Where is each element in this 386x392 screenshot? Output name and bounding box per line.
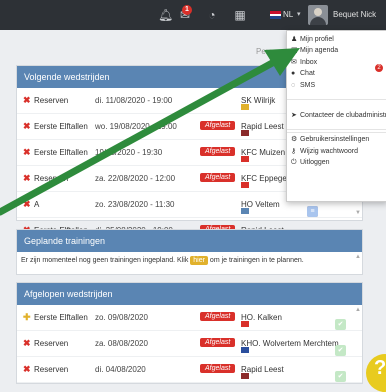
calendar-icon: ▦ bbox=[291, 47, 298, 54]
cross-icon: ✖ bbox=[23, 338, 31, 348]
team-logo-icon bbox=[241, 130, 249, 136]
logout-icon: ⏻ bbox=[291, 159, 297, 166]
team-logo-icon bbox=[241, 104, 249, 110]
menu-item-calendar[interactable]: ▦ Mijn agenda bbox=[291, 46, 338, 54]
list-icon[interactable]: ≡ bbox=[307, 206, 318, 217]
bell-icon[interactable]: 🔔︎ bbox=[158, 8, 173, 22]
team-logo-icon bbox=[241, 182, 249, 188]
match-date: za. 08/08/2020 bbox=[95, 339, 148, 348]
opponent: SK Wilrijk bbox=[241, 96, 275, 110]
menu-item-gear[interactable]: ⚙ Gebruikersinstellingen bbox=[291, 135, 369, 143]
sms-icon: ◌ bbox=[291, 82, 296, 89]
envelope-icon: ✉ bbox=[291, 59, 297, 66]
opponent: HO Veltem bbox=[241, 200, 280, 214]
inbox-count-badge: 2 bbox=[375, 64, 383, 72]
team-category: Reserven bbox=[34, 96, 69, 105]
team-category: Reserven bbox=[34, 365, 69, 374]
cross-icon: ✖ bbox=[23, 147, 31, 157]
match-date: zo. 23/08/2020 - 11:30 bbox=[95, 200, 175, 209]
cross-icon: ✖ bbox=[23, 199, 31, 209]
flag-nl-icon[interactable] bbox=[270, 11, 281, 19]
check-icon[interactable]: ✔ bbox=[335, 319, 346, 330]
opponent: Rapid Leest bbox=[241, 122, 284, 136]
past-matches-panel: Afgelopen wedstrijden ✚ Eerste Elftallen z… bbox=[16, 282, 363, 384]
status-badge: Afgelast bbox=[200, 312, 236, 321]
user-dropdown-menu: ♟ Mijn profiel ▦ Mijn agenda ✉ Inbox ● Chat ◌ SMS… bbox=[286, 30, 386, 202]
cross-icon: ✖ bbox=[23, 364, 31, 374]
trainings-panel: Geplande trainingen Er zijn momenteel no… bbox=[16, 229, 363, 275]
send-icon: ➤ bbox=[291, 112, 297, 119]
team-logo-icon bbox=[241, 321, 249, 327]
menu-item-key[interactable]: ⚷ Wijzig wachtwoord bbox=[291, 147, 358, 155]
match-date: zo. 09/08/2020 bbox=[95, 313, 148, 322]
team-category: Eerste Elftallen bbox=[34, 148, 88, 157]
opponent: Rapid Leest bbox=[241, 365, 284, 379]
team-category: Eerste Elftallen bbox=[34, 122, 88, 131]
team-category: Reserven bbox=[34, 174, 69, 183]
table-row: ✚ Eerste Elftallen zo. 09/08/2020 Afgelast H… bbox=[17, 305, 362, 331]
opponent: HO. Kalken bbox=[241, 313, 282, 327]
trainings-message: Er zijn momenteel nog geen trainingen in… bbox=[21, 256, 304, 265]
panel-title: Afgelopen wedstrijden bbox=[17, 283, 362, 305]
menu-item-envelope[interactable]: ✉ Inbox bbox=[291, 58, 317, 66]
check-icon[interactable]: ✔ bbox=[335, 345, 346, 356]
team-logo-icon bbox=[241, 347, 249, 353]
person-icon: ♟ bbox=[291, 36, 298, 43]
menu-item-sms[interactable]: ◌ SMS bbox=[291, 82, 315, 89]
chevron-down-icon[interactable]: ▾ bbox=[297, 10, 301, 18]
scroll-up-icon[interactable]: ▲ bbox=[355, 254, 361, 260]
team-logo-icon bbox=[241, 208, 249, 214]
table-row: ✖ Reserven za. 08/08/2020 Afgelast KHO. Wolv… bbox=[17, 331, 362, 357]
opponent: KHO. Wolvertem Merchtem bbox=[241, 339, 339, 353]
status-badge: Afgelast bbox=[200, 364, 236, 373]
notification-badge: 1 bbox=[182, 5, 192, 15]
team-logo-icon bbox=[241, 156, 249, 162]
help-button[interactable]: ? bbox=[366, 354, 386, 392]
status-badge: Afgelast bbox=[200, 173, 236, 182]
menu-item-send[interactable]: ➤Contacteer de clubadministrator bbox=[291, 111, 386, 119]
success-icon: ✚ bbox=[23, 312, 31, 322]
status-badge: Afgelast bbox=[200, 121, 236, 130]
team-category: A bbox=[34, 200, 40, 209]
ghost-label: Pers bbox=[256, 47, 273, 56]
match-date: 19/08/2020 - 19:30 bbox=[95, 148, 163, 157]
match-date: za. 22/08/2020 - 12:00 bbox=[95, 174, 176, 183]
table-row: ✖ Reserven di. 04/08/2020 Afgelast Rapid Lee… bbox=[17, 357, 362, 383]
cross-icon: ✖ bbox=[23, 121, 31, 131]
team-category: Reserven bbox=[34, 339, 69, 348]
menu-item-logout[interactable]: ⏻ Uitloggen bbox=[291, 159, 330, 167]
match-date: wo. 19/08/2020 - 19:00 bbox=[95, 122, 177, 131]
avatar[interactable] bbox=[308, 5, 328, 25]
language-selector[interactable]: NL bbox=[283, 10, 293, 19]
chat-icon: ● bbox=[291, 70, 296, 77]
match-date: di. 11/08/2020 - 19:00 bbox=[95, 96, 173, 105]
plan-trainings-link[interactable]: hier bbox=[190, 256, 208, 265]
opponent: KFC Muizen bbox=[241, 148, 285, 162]
scroll-down-icon[interactable]: ▼ bbox=[355, 210, 361, 216]
check-icon[interactable]: ✔ bbox=[335, 371, 346, 382]
menu-item-person[interactable]: ♟ Mijn profiel bbox=[291, 35, 334, 43]
top-navbar: 🔔︎ ✉ 1 ◔ ▦ NL ▾ Bequet Nick bbox=[0, 0, 386, 30]
user-name[interactable]: Bequet Nick bbox=[333, 10, 376, 19]
status-badge: Afgelast bbox=[200, 147, 236, 156]
cross-icon: ✖ bbox=[23, 173, 31, 183]
team-category: Eerste Elftallen bbox=[34, 313, 88, 322]
key-icon: ⚷ bbox=[291, 148, 297, 155]
scroll-up-icon[interactable]: ▲ bbox=[355, 307, 361, 313]
status-badge: Afgelast bbox=[200, 338, 236, 347]
chat-icon[interactable]: ◔ bbox=[205, 8, 219, 22]
panel-title: Geplande trainingen bbox=[17, 230, 362, 252]
cross-icon: ✖ bbox=[23, 95, 31, 105]
calendar-icon[interactable]: ▦ bbox=[233, 8, 247, 22]
gear-icon: ⚙ bbox=[291, 136, 298, 143]
match-date: di. 04/08/2020 bbox=[95, 365, 146, 374]
menu-item-chat[interactable]: ● Chat bbox=[291, 70, 315, 77]
